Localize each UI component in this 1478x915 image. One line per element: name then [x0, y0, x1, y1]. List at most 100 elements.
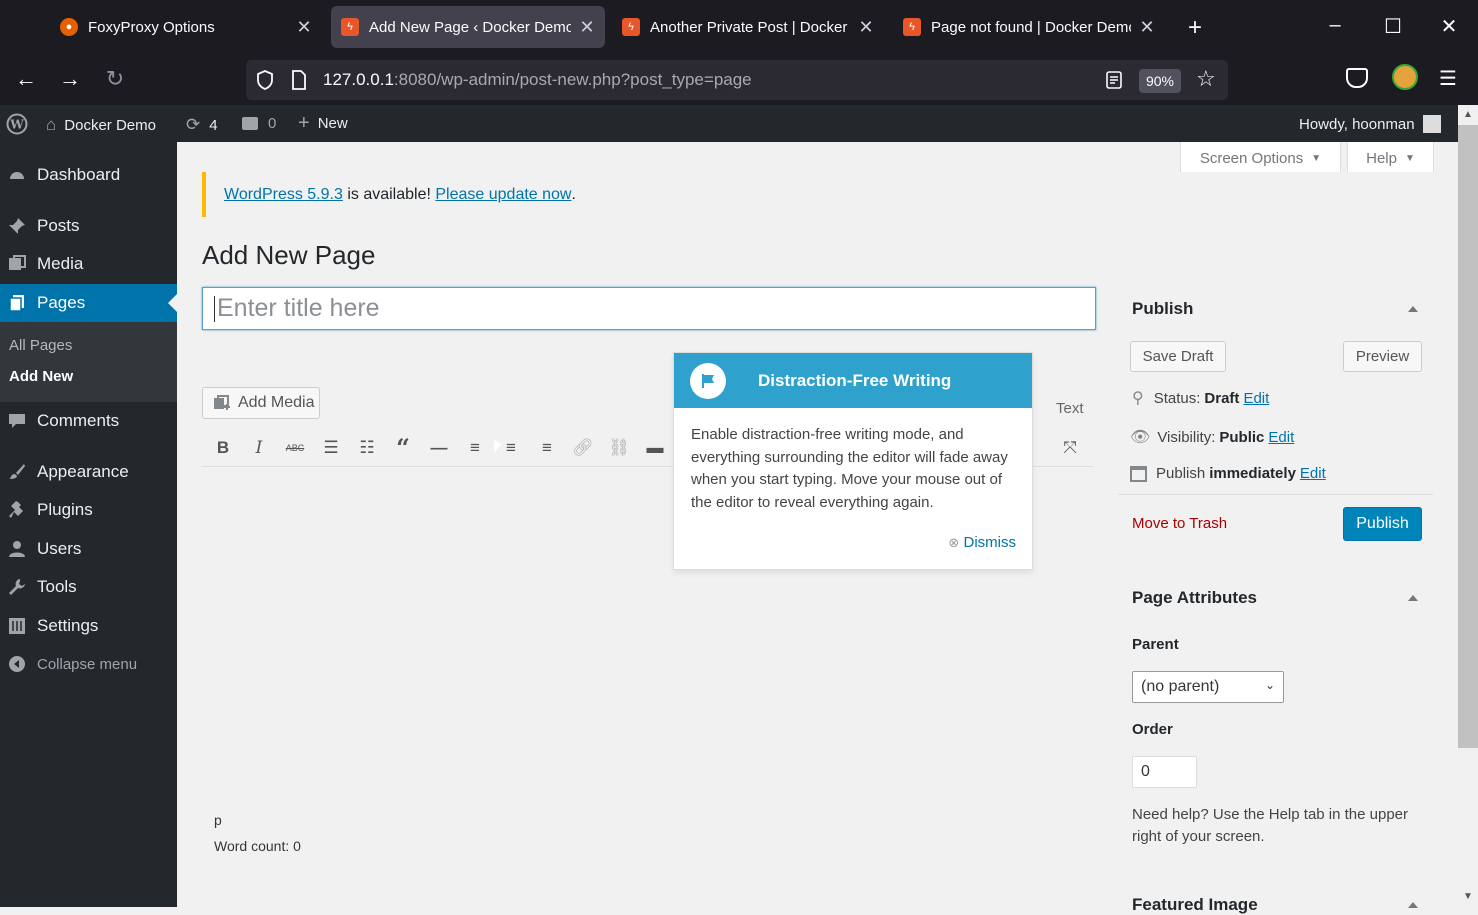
update-notice: WordPress 5.9.3 is available! Please upd…	[202, 172, 1434, 217]
align-left-icon[interactable]: ≡	[464, 437, 486, 459]
screen-options-button[interactable]: Screen Options ▼	[1180, 142, 1341, 175]
menu-comments[interactable]: Comments	[0, 402, 177, 440]
menu-settings[interactable]: Settings	[0, 607, 177, 645]
scroll-down-arrow-icon[interactable]: ▼	[1463, 891, 1473, 902]
docker-demo-favicon: ϟ	[622, 18, 640, 36]
bullet-list-icon[interactable]: ☰	[320, 437, 342, 459]
new-tab-plus-icon[interactable]: +	[1180, 14, 1210, 42]
new-content-link[interactable]: + New	[298, 113, 348, 133]
wordpress-version-link[interactable]: WordPress 5.9.3	[224, 186, 343, 204]
admin-menu: Dashboard Posts Media Pages All Pages Ad…	[0, 142, 177, 907]
unlink-icon[interactable]: ⛓	[608, 437, 630, 459]
wrench-icon	[9, 579, 25, 595]
read-more-icon[interactable]: ▬	[644, 437, 666, 459]
comment-bubble-icon	[242, 117, 258, 130]
toggle-arrow-icon[interactable]	[1408, 595, 1418, 601]
maximize-icon[interactable]: ☐	[1378, 14, 1408, 39]
order-input[interactable]: 0	[1132, 756, 1197, 788]
menu-plugins[interactable]: Plugins	[0, 491, 177, 529]
element-path: p	[214, 812, 222, 828]
url-text: 127.0.0.1:8080/wp-admin/post-new.php?pos…	[323, 70, 752, 89]
flag-icon	[690, 362, 726, 399]
menu-hamburger-icon[interactable]: ☰	[1433, 66, 1463, 91]
publish-box-title: Publish	[1132, 299, 1194, 318]
url-bar[interactable]: 127.0.0.1:8080/wp-admin/post-new.php?pos…	[246, 60, 1228, 100]
forward-arrow-icon[interactable]: →	[55, 66, 85, 92]
wordpress-logo-icon[interactable]: W	[6, 113, 28, 135]
menu-pages[interactable]: Pages	[0, 284, 177, 322]
update-now-link[interactable]: Please update now	[435, 186, 571, 204]
bookmark-star-icon[interactable]: ☆	[1196, 66, 1216, 92]
submenu-all-pages[interactable]: All Pages	[9, 337, 72, 354]
menu-appearance[interactable]: Appearance	[0, 453, 177, 491]
reader-view-icon[interactable]	[1106, 71, 1122, 89]
reload-icon[interactable]: ↻	[100, 66, 130, 92]
edit-status-link[interactable]: Edit	[1243, 390, 1269, 407]
add-media-icon	[214, 395, 230, 410]
tab-page-not-found[interactable]: ϟ Page not found | Docker Demo ✕	[893, 6, 1165, 48]
comment-icon	[9, 414, 25, 428]
edit-visibility-link[interactable]: Edit	[1268, 429, 1294, 446]
page-scrollbar[interactable]: ▲ ▼	[1458, 105, 1478, 907]
publish-button[interactable]: Publish	[1343, 507, 1422, 541]
help-button[interactable]: Help ▼	[1347, 142, 1434, 175]
fullscreen-icon[interactable]: ⤧	[1059, 437, 1081, 459]
move-to-trash-link[interactable]: Move to Trash	[1132, 515, 1227, 532]
save-draft-button[interactable]: Save Draft	[1130, 341, 1226, 372]
tab-foxyproxy[interactable]: ● FoxyProxy Options ✕	[50, 6, 322, 48]
close-tab-icon[interactable]: ✕	[579, 17, 595, 38]
add-media-button[interactable]: Add Media	[202, 387, 320, 419]
comments-link[interactable]: 0	[242, 115, 276, 132]
minimize-icon[interactable]: –	[1320, 14, 1350, 37]
eye-icon: 👁︎	[1130, 429, 1151, 446]
scrollbar-thumb[interactable]	[1458, 125, 1478, 748]
toggle-arrow-icon[interactable]	[1408, 902, 1418, 908]
post-title-input[interactable]: Enter title here	[202, 287, 1096, 330]
extension-icon[interactable]	[1392, 64, 1418, 90]
menu-dashboard[interactable]: Dashboard	[0, 156, 177, 194]
submenu-add-new[interactable]: Add New	[9, 368, 73, 385]
scroll-up-arrow-icon[interactable]: ▲	[1463, 109, 1473, 120]
preview-button[interactable]: Preview	[1343, 341, 1422, 372]
updates-link[interactable]: ⟳ 4	[186, 115, 218, 135]
wp-admin-bar: W ⌂ Docker Demo ⟳ 4 0 + New Howdy, hoonm…	[0, 105, 1458, 142]
main-content: Screen Options ▼ Help ▼ WordPress 5.9.3 …	[177, 142, 1458, 914]
close-window-icon[interactable]: ✕	[1434, 14, 1464, 39]
link-icon[interactable]: 🔗︎	[572, 437, 594, 459]
browser-chrome: ● FoxyProxy Options ✕ ϟ Add New Page ‹ D…	[0, 0, 1478, 105]
pointer-body: Enable distraction-free writing mode, an…	[691, 426, 1008, 511]
tab-add-new-page[interactable]: ϟ Add New Page ‹ Docker Demo ✕	[331, 6, 605, 48]
menu-users[interactable]: Users	[0, 530, 177, 568]
numbered-list-icon[interactable]: ☷	[356, 437, 378, 459]
collapse-menu-button[interactable]: Collapse menu	[0, 645, 177, 683]
horizontal-line-icon[interactable]: —	[428, 437, 450, 459]
zoom-level[interactable]: 90%	[1139, 69, 1181, 93]
align-center-icon[interactable]: ≡	[500, 437, 522, 459]
menu-posts[interactable]: Posts	[0, 207, 177, 245]
pushpin-icon	[9, 218, 25, 234]
dismiss-link[interactable]: ⊗ Dismiss	[948, 534, 1016, 551]
blockquote-icon[interactable]: “	[392, 436, 414, 460]
toggle-arrow-icon[interactable]	[1408, 306, 1418, 312]
menu-media[interactable]: Media	[0, 245, 177, 283]
bold-icon[interactable]: B	[212, 437, 234, 459]
back-arrow-icon[interactable]: ←	[11, 66, 41, 92]
close-tab-icon[interactable]: ✕	[1139, 17, 1155, 38]
status-row: ⚲ Status: Draft Edit	[1132, 389, 1270, 408]
align-right-icon[interactable]: ≡	[536, 437, 558, 459]
site-name-link[interactable]: ⌂ Docker Demo	[46, 115, 156, 135]
word-count: Word count: 0	[214, 838, 301, 854]
menu-tools[interactable]: Tools	[0, 568, 177, 606]
parent-select[interactable]: (no parent) ⌄	[1132, 671, 1284, 703]
edit-schedule-link[interactable]: Edit	[1300, 465, 1326, 482]
tab-private-post[interactable]: ϟ Another Private Post | Docker D ✕	[612, 6, 884, 48]
italic-icon[interactable]: I	[248, 437, 270, 459]
tab-strip: ● FoxyProxy Options ✕ ϟ Add New Page ‹ D…	[0, 0, 1478, 54]
page-attributes-help: Need help? Use the Help tab in the upper…	[1132, 806, 1409, 845]
pocket-icon[interactable]	[1346, 68, 1368, 88]
close-tab-icon[interactable]: ✕	[858, 17, 874, 38]
my-account-link[interactable]: Howdy, hoonman	[1299, 115, 1441, 133]
text-tab[interactable]: Text	[1056, 400, 1084, 417]
close-tab-icon[interactable]: ✕	[296, 17, 312, 38]
strikethrough-icon[interactable]: ABC	[284, 437, 306, 459]
